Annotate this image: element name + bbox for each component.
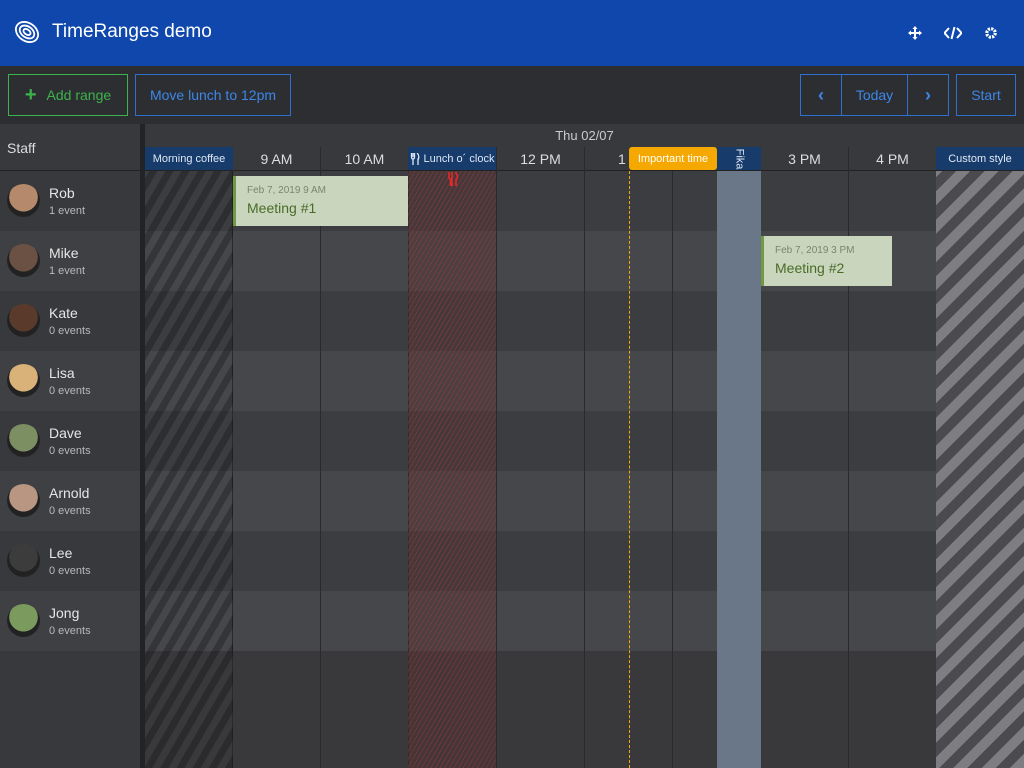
- event-meeting-1[interactable]: Feb 7, 2019 9 AM Meeting #1: [233, 176, 408, 226]
- today-button[interactable]: Today: [841, 74, 908, 116]
- avatar: [7, 364, 40, 397]
- staff-event-count: 0 events: [49, 505, 91, 517]
- staff-row[interactable]: Rob 1 event: [0, 171, 140, 231]
- staff-name: Lee: [49, 545, 73, 561]
- next-button[interactable]: ›: [907, 74, 949, 116]
- code-icon[interactable]: [941, 21, 965, 45]
- staff-name: Mike: [49, 245, 79, 261]
- start-button[interactable]: Start: [956, 74, 1016, 116]
- staff-name: Rob: [49, 185, 75, 201]
- fika-label-text: Fika: [733, 148, 745, 169]
- staff-header-label: Staff: [7, 140, 36, 156]
- event-meeting-2[interactable]: Feb 7, 2019 3 PM Meeting #2: [761, 236, 892, 286]
- staff-name: Arnold: [49, 485, 90, 501]
- important-time-label[interactable]: Important time: [629, 147, 717, 170]
- event-name: Meeting #1: [247, 200, 317, 216]
- time-tick-4pm: 4 PM: [848, 147, 936, 171]
- event-date: Feb 7, 2019 9 AM: [247, 185, 326, 196]
- move-lunch-button[interactable]: Move lunch to 12pm: [135, 74, 291, 116]
- custom-style-band: [936, 171, 1024, 768]
- logo-icon: [14, 21, 40, 43]
- toolbar: + Add range Move lunch to 12pm ‹ Today ›…: [0, 66, 1024, 124]
- avatar: [7, 544, 40, 577]
- event-name: Meeting #2: [775, 260, 845, 276]
- staff-column-header[interactable]: Staff: [0, 124, 140, 171]
- staff-event-count: 0 events: [49, 565, 91, 577]
- staff-event-count: 0 events: [49, 325, 91, 337]
- staff-event-count: 1 event: [49, 265, 86, 277]
- staff-row[interactable]: Lee 0 events: [0, 531, 140, 591]
- cutlery-icon: [447, 171, 459, 189]
- plus-icon: +: [24, 84, 37, 106]
- chevron-left-icon: ‹: [818, 84, 824, 105]
- fika-label[interactable]: Fika: [717, 147, 761, 170]
- staff-row[interactable]: Kate 0 events: [0, 291, 140, 351]
- time-tick-10am: 10 AM: [320, 147, 408, 171]
- avatar: [7, 184, 40, 217]
- staff-event-count: 1 event: [49, 205, 86, 217]
- lunch-label-text: Lunch o´ clock: [423, 152, 495, 165]
- staff-name: Lisa: [49, 365, 75, 381]
- staff-event-count: 0 events: [49, 445, 91, 457]
- staff-row[interactable]: Mike 1 event: [0, 231, 140, 291]
- staff-list: Staff Rob 1 event Mike 1 event Kate 0 events L…: [0, 124, 140, 768]
- custom-style-label[interactable]: Custom style: [936, 147, 1024, 170]
- staff-name: Jong: [49, 605, 80, 621]
- avatar: [7, 304, 40, 337]
- staff-row[interactable]: Arnold 0 events: [0, 471, 140, 531]
- timeline-header: Thu 02/07 9 AM 10 AM 12 PM 1 P 3 PM 4 PM…: [145, 124, 1024, 171]
- cutlery-icon: [410, 152, 419, 165]
- add-range-label: Add range: [46, 87, 112, 103]
- staff-row[interactable]: Jong 0 events: [0, 591, 140, 651]
- event-date: Feb 7, 2019 3 PM: [775, 245, 855, 256]
- staff-name: Kate: [49, 305, 78, 321]
- avatar: [7, 604, 40, 637]
- avatar: [7, 484, 40, 517]
- app-header: TimeRanges demo: [0, 0, 1024, 66]
- gear-icon[interactable]: [979, 21, 1003, 45]
- morning-coffee-band: [145, 171, 233, 768]
- avatar: [7, 424, 40, 457]
- staff-row[interactable]: Dave 0 events: [0, 411, 140, 471]
- lunch-label[interactable]: Lunch o´ clock: [408, 147, 496, 170]
- timeline: Feb 7, 2019 9 AM Meeting #1 Feb 7, 2019 …: [145, 124, 1024, 768]
- staff-event-count: 0 events: [49, 625, 91, 637]
- time-tick-9am: 9 AM: [232, 147, 320, 171]
- lunch-band: [408, 171, 496, 768]
- move-icon[interactable]: [903, 21, 927, 45]
- time-tick-12pm: 12 PM: [496, 147, 584, 171]
- staff-event-count: 0 events: [49, 385, 91, 397]
- staff-name: Dave: [49, 425, 82, 441]
- date-header: Thu 02/07: [555, 128, 614, 143]
- previous-button[interactable]: ‹: [800, 74, 842, 116]
- add-range-button[interactable]: + Add range: [8, 74, 128, 116]
- morning-coffee-label[interactable]: Morning coffee: [145, 147, 233, 170]
- time-tick-3pm: 3 PM: [760, 147, 848, 171]
- app-title: TimeRanges demo: [52, 21, 212, 42]
- chevron-right-icon: ›: [925, 84, 931, 105]
- fika-band: [717, 171, 761, 768]
- important-time-line: [629, 171, 630, 768]
- staff-row[interactable]: Lisa 0 events: [0, 351, 140, 411]
- avatar: [7, 244, 40, 277]
